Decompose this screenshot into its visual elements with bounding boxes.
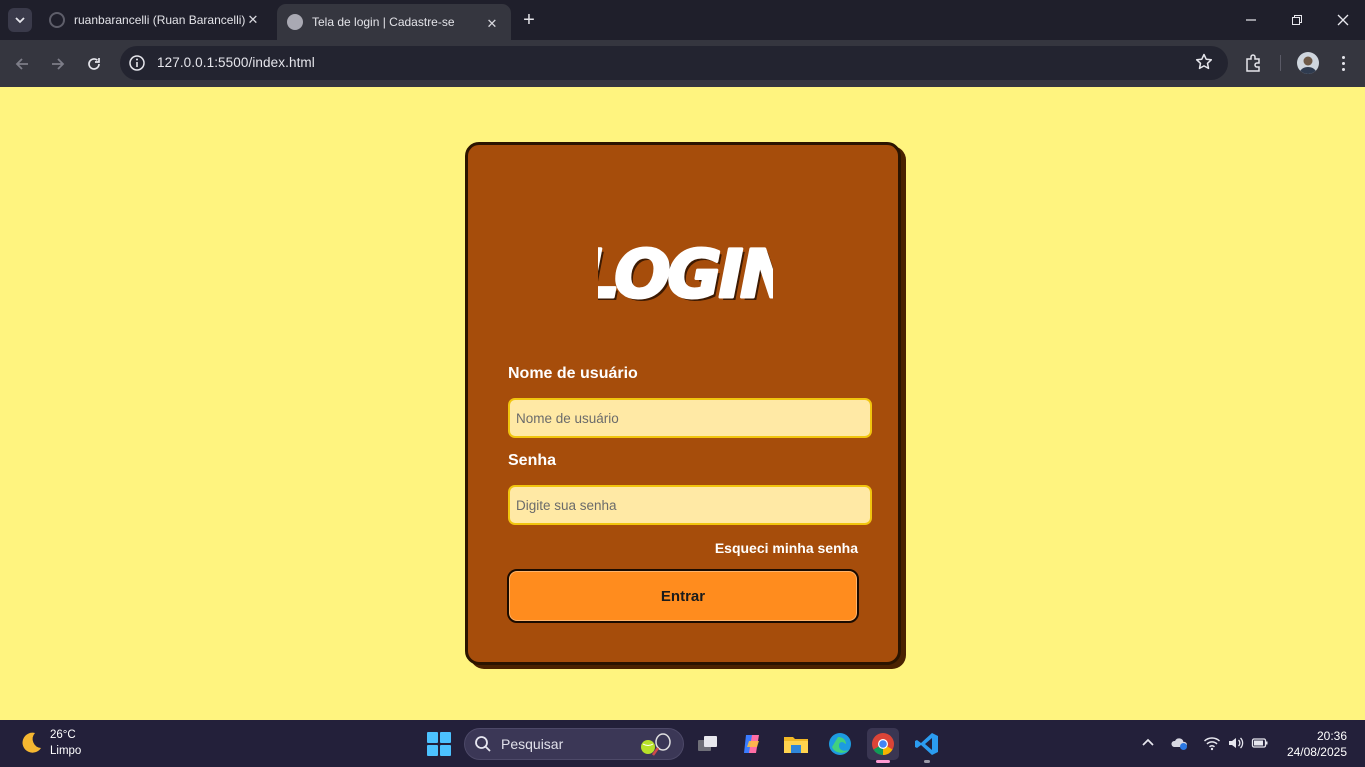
edge-icon xyxy=(829,733,851,755)
chevron-down-icon xyxy=(15,17,25,24)
file-explorer-button[interactable] xyxy=(780,728,812,760)
username-input[interactable] xyxy=(508,398,872,438)
edge-button[interactable] xyxy=(824,728,856,760)
site-info-icon[interactable] xyxy=(128,54,146,72)
password-label: Senha xyxy=(508,452,557,469)
file-explorer-icon xyxy=(784,737,808,753)
username-label: Nome de usuário xyxy=(508,365,638,382)
login-submit-button[interactable]: Entrar xyxy=(507,569,859,623)
arrow-left-icon xyxy=(15,58,28,70)
close-icon xyxy=(1337,14,1349,26)
tab-search-button[interactable] xyxy=(8,8,32,32)
forward-button[interactable] xyxy=(44,50,72,78)
toolbar-divider xyxy=(1280,55,1281,71)
globe-icon xyxy=(287,14,303,30)
task-view-button[interactable] xyxy=(692,728,724,760)
bookmark-star-icon[interactable] xyxy=(1194,52,1214,72)
tab-github[interactable]: ruanbarancelli (Ruan Barancelli) ✕ xyxy=(40,0,272,40)
close-icon[interactable]: ✕ xyxy=(244,11,262,29)
copilot-button[interactable] xyxy=(736,728,768,760)
tab-title: ruanbarancelli (Ruan Barancelli) xyxy=(74,13,246,27)
password-input[interactable] xyxy=(508,485,872,525)
github-icon xyxy=(49,12,65,28)
tab-title: Tela de login | Cadastre-se xyxy=(312,15,455,29)
forgot-password-link[interactable]: Esqueci minha senha xyxy=(715,540,858,556)
login-logo: LOGIN LOGIN xyxy=(598,235,773,312)
extensions-puzzle-icon[interactable] xyxy=(1243,52,1265,74)
minimize-button[interactable] xyxy=(1228,0,1274,40)
vscode-running-indicator xyxy=(924,760,930,763)
back-button[interactable] xyxy=(8,50,36,78)
reload-icon xyxy=(88,58,100,70)
chrome-active-indicator xyxy=(876,760,890,763)
browser-menu-button[interactable] xyxy=(1334,52,1352,74)
login-heading: LOGIN xyxy=(598,236,773,311)
vscode-icon xyxy=(915,733,938,755)
weather-temperature[interactable]: 26°C xyxy=(50,729,76,741)
clock-date[interactable]: 24/08/2025 xyxy=(1287,745,1347,759)
task-view-icon xyxy=(698,736,717,751)
vscode-button[interactable] xyxy=(911,728,943,760)
reload-button[interactable] xyxy=(80,50,108,78)
search-icon xyxy=(475,736,491,752)
tennis-racket-icon xyxy=(641,733,671,756)
weather-condition[interactable]: Limpo xyxy=(50,745,81,757)
copilot-icon xyxy=(744,735,759,753)
url-text[interactable]: 127.0.0.1:5500/index.html xyxy=(157,55,315,70)
restore-button[interactable] xyxy=(1274,0,1320,40)
login-card: LOGIN LOGIN Nome de usuário Senha Esquec… xyxy=(465,142,901,665)
wifi-icon[interactable] xyxy=(1203,734,1221,752)
chevron-up-icon[interactable] xyxy=(1139,734,1157,752)
clock-time[interactable]: 20:36 xyxy=(1317,729,1347,743)
start-button[interactable] xyxy=(427,732,451,756)
profile-avatar[interactable] xyxy=(1297,52,1319,74)
restore-icon xyxy=(1292,15,1302,25)
battery-icon[interactable] xyxy=(1251,734,1269,752)
onedrive-icon[interactable] xyxy=(1171,734,1189,752)
new-tab-button[interactable]: + xyxy=(518,9,540,31)
user-avatar-icon xyxy=(1299,56,1317,74)
close-icon[interactable]: ✕ xyxy=(483,15,501,33)
arrow-right-icon xyxy=(52,58,65,70)
chrome-button[interactable] xyxy=(867,728,899,760)
volume-icon[interactable] xyxy=(1227,734,1245,752)
page-background: LOGIN LOGIN Nome de usuário Senha Esquec… xyxy=(0,87,1365,720)
moon-icon[interactable] xyxy=(18,730,44,756)
search-placeholder[interactable]: Pesquisar xyxy=(501,736,563,752)
window-close-button[interactable] xyxy=(1320,0,1365,40)
tab-login[interactable]: Tela de login | Cadastre-se ✕ xyxy=(277,4,511,40)
chrome-icon xyxy=(872,733,894,755)
minimize-icon xyxy=(1246,19,1256,21)
